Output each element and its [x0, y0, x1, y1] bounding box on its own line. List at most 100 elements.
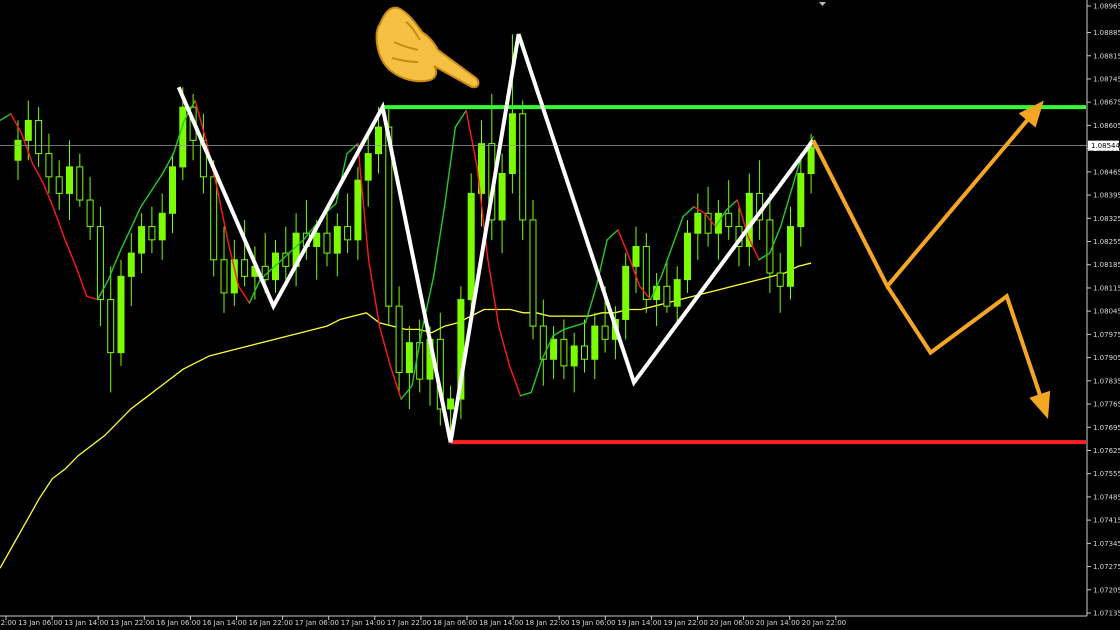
candle-body — [158, 212, 166, 241]
y-tick-label: 1.07765 — [1093, 401, 1120, 409]
y-tick-label: 1.08115 — [1093, 284, 1120, 292]
candle-body — [220, 259, 228, 294]
candle-body — [694, 212, 702, 234]
x-tick-label: 20 Jan 06:00 — [710, 619, 754, 627]
current-price-label: 1.08544 — [1091, 142, 1120, 150]
candle-body — [66, 166, 73, 194]
candle-body — [86, 199, 94, 228]
y-tick-label: 1.08185 — [1093, 261, 1120, 269]
candle-body — [107, 299, 115, 354]
candle-body — [663, 285, 671, 307]
candle-body — [354, 179, 362, 241]
x-tick-label: 20 Jan 22:00 — [802, 619, 846, 627]
y-tick-label: 1.08965 — [1093, 3, 1120, 11]
x-tick-label: 13 Jan 06:00 — [18, 619, 62, 627]
candle-body — [416, 342, 424, 380]
x-tick-label: 16 Jan 14:00 — [203, 619, 247, 627]
candle-body — [76, 166, 84, 201]
y-tick-label: 1.08815 — [1093, 52, 1120, 60]
x-tick-label: 19 Jan 06:00 — [571, 619, 615, 627]
candle-body — [364, 153, 372, 181]
candle-body — [550, 338, 558, 360]
candle-body — [467, 192, 475, 301]
candle-body — [560, 338, 568, 367]
candle-body — [622, 265, 630, 320]
x-tick-label: 18 Jan 14:00 — [479, 619, 523, 627]
y-tick-label: 1.07695 — [1093, 424, 1120, 432]
candle-body — [704, 212, 712, 234]
candle-body — [570, 345, 578, 367]
candle-body — [807, 146, 815, 175]
candle-body — [375, 126, 382, 155]
candle-body — [333, 226, 341, 254]
candle-body — [24, 119, 32, 141]
y-tick-label: 1.07555 — [1093, 470, 1120, 478]
y-tick-label: 1.07625 — [1093, 447, 1120, 455]
candle-body — [35, 119, 43, 155]
candle-body — [591, 325, 599, 360]
candle-body — [776, 272, 784, 287]
y-tick-label: 1.07135 — [1093, 610, 1120, 618]
y-tick-label: 1.07205 — [1093, 586, 1120, 594]
candle-body — [405, 342, 413, 374]
x-tick-label: 17 Jan 06:00 — [295, 619, 339, 627]
y-tick-label: 1.08255 — [1093, 238, 1120, 246]
x-tick-label: 18 Jan 06:00 — [433, 619, 477, 627]
candle-body — [179, 106, 187, 168]
candle-body — [797, 173, 805, 228]
candle-body — [127, 252, 135, 277]
candle-body — [395, 305, 403, 374]
candle-body — [632, 245, 640, 267]
y-tick-label: 1.07975 — [1093, 331, 1120, 339]
x-tick-label: 16 Jan 06:00 — [156, 619, 200, 627]
x-tick-label: 19 Jan 14:00 — [617, 619, 661, 627]
candle-body — [55, 176, 63, 194]
x-tick-label: 13 Jan 14:00 — [64, 619, 108, 627]
y-tick-label: 1.07275 — [1093, 563, 1120, 571]
y-tick-label: 1.08465 — [1093, 168, 1120, 176]
x-tick-label: 20 Jan 14:00 — [756, 619, 800, 627]
candle-body — [601, 325, 609, 340]
candle — [519, 100, 527, 240]
y-tick-label: 1.08745 — [1093, 75, 1120, 83]
y-tick-label: 1.07835 — [1093, 377, 1120, 385]
candle-body — [498, 173, 506, 221]
candle-body — [787, 226, 794, 287]
candle-body — [117, 275, 125, 354]
x-tick-label: 12 Jan 22:00 — [0, 619, 16, 627]
y-tick-label: 1.08675 — [1093, 99, 1120, 107]
candle-body — [673, 279, 681, 307]
candle-body — [519, 113, 527, 221]
x-tick-label: 17 Jan 14:00 — [341, 619, 385, 627]
candle-body — [45, 153, 53, 178]
candle-body — [138, 226, 146, 254]
candle-body — [96, 226, 104, 301]
candle-body — [684, 232, 691, 281]
x-tick-label: 17 Jan 22:00 — [387, 619, 431, 627]
candle-body — [323, 232, 331, 254]
candle-body — [653, 285, 661, 301]
candle — [529, 200, 537, 340]
candle-body — [447, 398, 455, 410]
y-tick-label: 1.08045 — [1093, 308, 1120, 316]
x-tick-label: 18 Jan 22:00 — [525, 619, 569, 627]
candle-body — [210, 176, 218, 261]
candle-body — [508, 113, 516, 175]
candle-body — [14, 139, 22, 161]
price-chart: 1.08965 1.08885 1.08815 1.08745 1.08675 1.086… — [0, 0, 1120, 630]
y-tick-label: 1.07485 — [1093, 493, 1120, 501]
y-tick-label: 1.07345 — [1093, 540, 1120, 548]
candle-body — [539, 325, 547, 360]
candle-body — [581, 345, 588, 360]
candle-body — [169, 166, 176, 214]
candle-body — [241, 259, 249, 277]
chart-background — [0, 0, 1120, 630]
candle-body — [344, 226, 352, 241]
x-tick-label: 16 Jan 22:00 — [249, 619, 293, 627]
y-tick-label: 1.08395 — [1093, 192, 1120, 200]
candle-body — [725, 212, 733, 228]
candle-body — [529, 219, 537, 327]
y-tick-label: 1.08605 — [1093, 122, 1120, 130]
y-tick-label: 1.07905 — [1093, 354, 1120, 362]
y-tick-label: 1.08325 — [1093, 215, 1120, 223]
